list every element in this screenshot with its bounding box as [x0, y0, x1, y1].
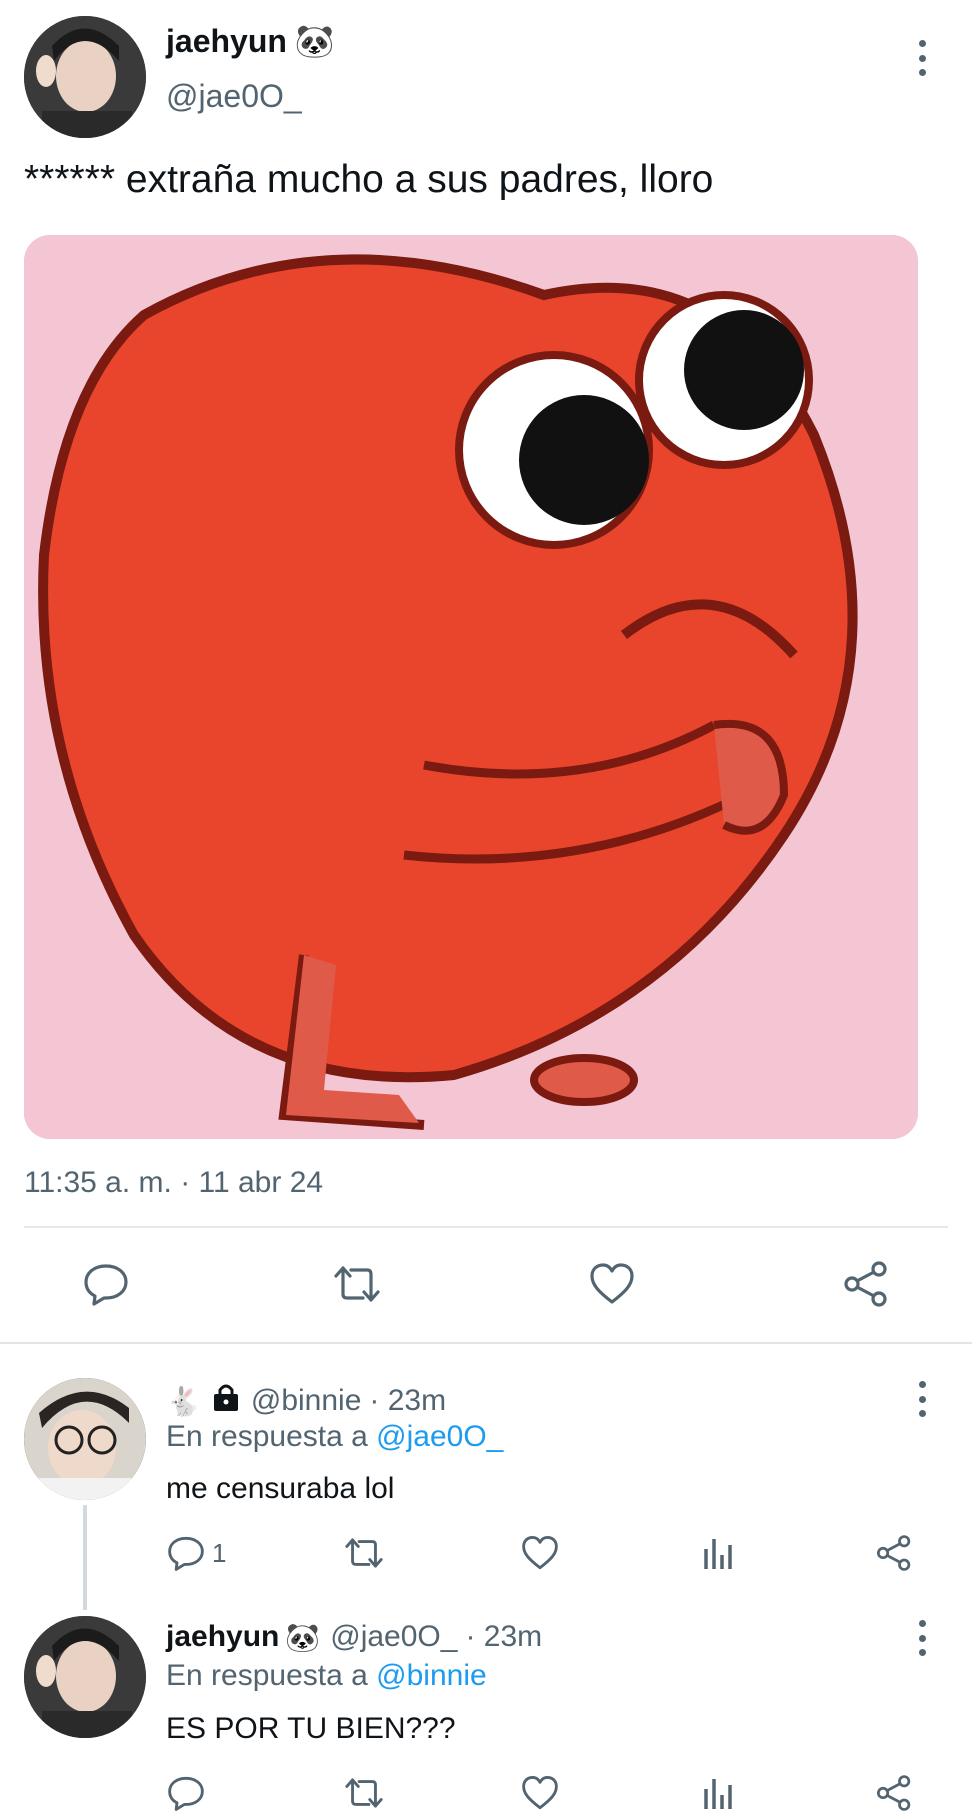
- reply-text: me censuraba lol: [166, 1472, 395, 1505]
- analytics-icon[interactable]: [702, 1775, 734, 1811]
- crying-heart-meme-icon: [24, 235, 918, 1139]
- reply-avatar[interactable]: [24, 1378, 146, 1500]
- like-icon[interactable]: [521, 1535, 559, 1571]
- reply-icon: [168, 1536, 204, 1571]
- reply-icon[interactable]: [82, 1260, 130, 1308]
- divider: [24, 1226, 948, 1228]
- reply-author-handle[interactable]: @binnie: [251, 1384, 362, 1418]
- author-handle[interactable]: @jae0O_: [166, 78, 302, 115]
- reply-time: · 23m: [465, 1620, 543, 1653]
- tweet-media-image[interactable]: [24, 235, 918, 1139]
- in-reply-to: En respuesta a @binnie: [166, 1659, 487, 1693]
- thread-line: [83, 1505, 87, 1610]
- reply-author-handle[interactable]: @jae0O_: [330, 1620, 457, 1654]
- lock-icon: [211, 1382, 241, 1420]
- author-emoji: 🐼: [294, 23, 335, 59]
- tweet-timestamp[interactable]: 11:35 a. m. · 11 abr 24: [24, 1166, 323, 1200]
- author-name[interactable]: jaehyun: [166, 23, 287, 60]
- reply-author-name[interactable]: jaehyun: [166, 1620, 279, 1654]
- divider: [0, 1342, 972, 1344]
- in-reply-prefix: En respuesta a: [166, 1420, 368, 1453]
- reply-text: ES POR TU BIEN???: [166, 1712, 456, 1745]
- retweet-icon[interactable]: [344, 1535, 384, 1571]
- reply-time: · 23m: [369, 1384, 447, 1417]
- in-reply-prefix: En respuesta a: [166, 1659, 368, 1692]
- like-icon[interactable]: [588, 1260, 636, 1308]
- share-icon[interactable]: [842, 1260, 890, 1308]
- more-options-icon[interactable]: [912, 40, 932, 76]
- reply-avatar[interactable]: [24, 1616, 146, 1738]
- reply-author-emoji: 🐼: [285, 1621, 321, 1653]
- in-reply-to: En respuesta a @jae0O_: [166, 1420, 503, 1454]
- more-options-icon[interactable]: [912, 1381, 932, 1417]
- reply-icon[interactable]: [168, 1775, 204, 1811]
- like-icon[interactable]: [521, 1775, 559, 1811]
- retweet-icon[interactable]: [333, 1260, 381, 1308]
- author-avatar[interactable]: [24, 16, 146, 138]
- share-icon[interactable]: [876, 1535, 912, 1571]
- in-reply-to-link[interactable]: @jae0O_: [376, 1420, 503, 1453]
- tweet-text: ****** extraña mucho a sus padres, lloro: [24, 158, 714, 201]
- more-options-icon[interactable]: [912, 1620, 932, 1656]
- analytics-icon[interactable]: [702, 1535, 734, 1571]
- reply-action[interactable]: 1: [168, 1535, 226, 1571]
- retweet-icon[interactable]: [344, 1775, 384, 1811]
- reply-author-emoji: 🐇: [166, 1385, 201, 1417]
- reply-count: 1: [212, 1537, 227, 1568]
- share-icon[interactable]: [876, 1775, 912, 1811]
- in-reply-to-link[interactable]: @binnie: [376, 1659, 487, 1692]
